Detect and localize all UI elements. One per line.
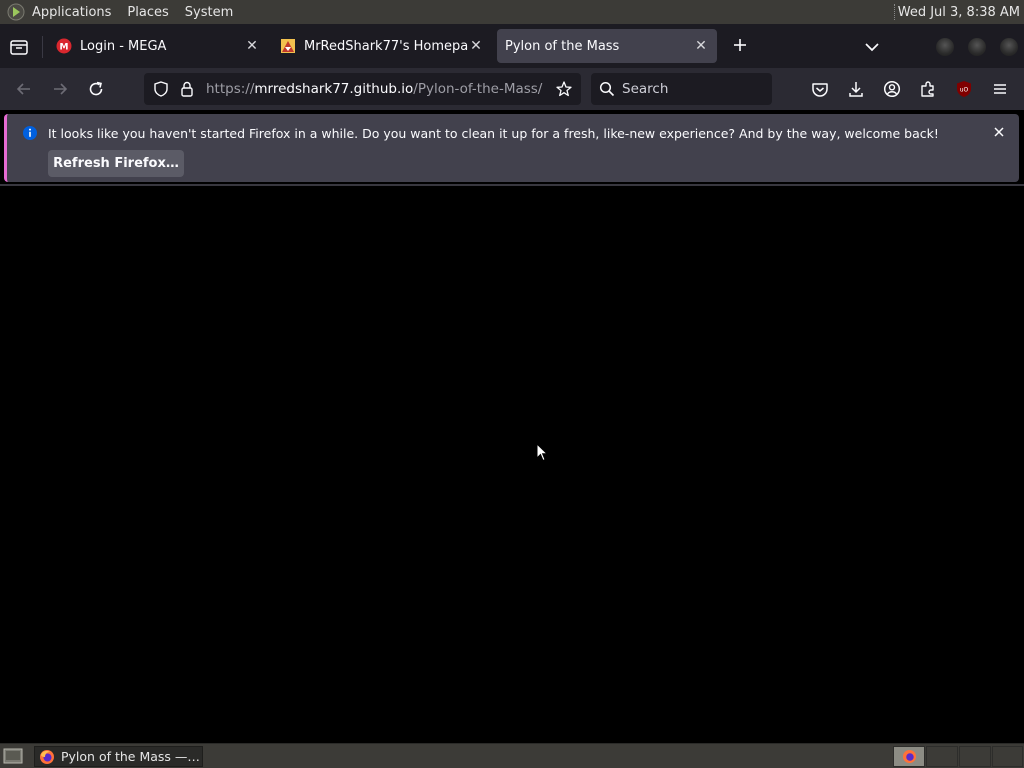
tab-title: Pylon of the Mass [505, 38, 620, 54]
mega-icon: M [56, 38, 72, 54]
search-placeholder: Search [622, 81, 669, 97]
navigation-toolbar: https://mrredshark77.github.io/Pylon-of-… [0, 68, 1024, 110]
new-tab-button[interactable] [730, 37, 750, 57]
firefox-icon [902, 749, 917, 764]
page-content[interactable] [0, 186, 1024, 743]
url-path: /Pylon-of-the-Mass/ [413, 81, 543, 97]
close-window-button[interactable] [1000, 38, 1018, 56]
firefox-view-icon[interactable] [8, 36, 30, 58]
plus-icon [734, 39, 746, 51]
close-icon[interactable]: ✕ [244, 38, 260, 54]
workspace-4[interactable] [992, 746, 1023, 767]
lock-icon[interactable] [179, 80, 195, 98]
url-host: mrredshark77.github.io [254, 81, 414, 97]
tab-mrredshark-homepage[interactable]: MrRedShark77's Homepage ✕ [272, 29, 492, 63]
reload-icon[interactable] [86, 79, 106, 99]
tab-title: Login - MEGA [80, 38, 167, 54]
maximize-button[interactable] [968, 38, 986, 56]
refresh-firefox-button[interactable]: Refresh Firefox… [48, 150, 184, 177]
tab-login-mega[interactable]: M Login - MEGA ✕ [48, 29, 268, 63]
close-icon[interactable]: ✕ [468, 38, 484, 54]
svg-text:M: M [60, 43, 69, 53]
star-icon[interactable] [555, 80, 573, 98]
search-bar[interactable]: Search [591, 73, 772, 105]
mouse-cursor-icon [536, 443, 548, 462]
back-arrow-icon[interactable] [14, 79, 34, 99]
applications-menu[interactable]: Applications [0, 0, 119, 24]
hamburger-menu-icon[interactable] [990, 79, 1010, 99]
panel-separator [894, 4, 896, 20]
search-icon [599, 81, 615, 97]
workspace-1[interactable] [893, 746, 925, 767]
tab-pylon-of-the-mass[interactable]: Pylon of the Mass ✕ [497, 29, 717, 63]
url-bar[interactable]: https://mrredshark77.github.io/Pylon-of-… [144, 73, 581, 105]
url-prefix: https:// [206, 81, 255, 97]
workspace-3[interactable] [959, 746, 991, 767]
tab-title: MrRedShark77's Homepage [304, 38, 468, 54]
places-menu[interactable]: Places [119, 0, 176, 24]
extensions-icon[interactable] [918, 79, 938, 99]
refresh-firefox-notification: It looks like you haven't started Firefo… [4, 114, 1019, 182]
workspace-2[interactable] [926, 746, 958, 767]
clock[interactable]: Wed Jul 3, 8:38 AM [898, 0, 1020, 24]
info-icon [23, 126, 37, 140]
firefox-icon [40, 749, 54, 764]
chevron-down-icon[interactable] [862, 37, 882, 57]
close-icon[interactable]: ✕ [693, 38, 709, 54]
bottom-panel: Pylon of the Mass —… [0, 743, 1024, 768]
show-desktop-icon[interactable] [3, 747, 23, 765]
taskbar-window-label: Pylon of the Mass —… [61, 749, 200, 764]
forward-arrow-icon[interactable] [50, 79, 70, 99]
taskbar-window-button[interactable]: Pylon of the Mass —… [34, 746, 203, 767]
tab-separator [42, 36, 43, 58]
ublock-origin-icon[interactable]: uO [954, 79, 974, 99]
svg-text:uO: uO [960, 87, 969, 94]
account-icon[interactable] [882, 79, 902, 99]
top-panel: Applications Places System Wed Jul 3, 8:… [0, 0, 1024, 24]
url-text: https://mrredshark77.github.io/Pylon-of-… [206, 81, 542, 97]
pocket-icon[interactable] [810, 79, 830, 99]
close-icon[interactable] [991, 124, 1007, 140]
shield-icon[interactable] [152, 80, 170, 98]
site-icon [281, 39, 295, 53]
tab-strip: M Login - MEGA ✕ MrRedShark77's Homepage… [0, 24, 1024, 68]
minimize-button[interactable] [936, 38, 954, 56]
applications-menu-label: Applications [32, 4, 112, 20]
notification-message: It looks like you haven't started Firefo… [48, 126, 939, 141]
distro-logo-icon [7, 3, 25, 21]
download-icon[interactable] [846, 79, 866, 99]
system-menu[interactable]: System [177, 0, 241, 24]
